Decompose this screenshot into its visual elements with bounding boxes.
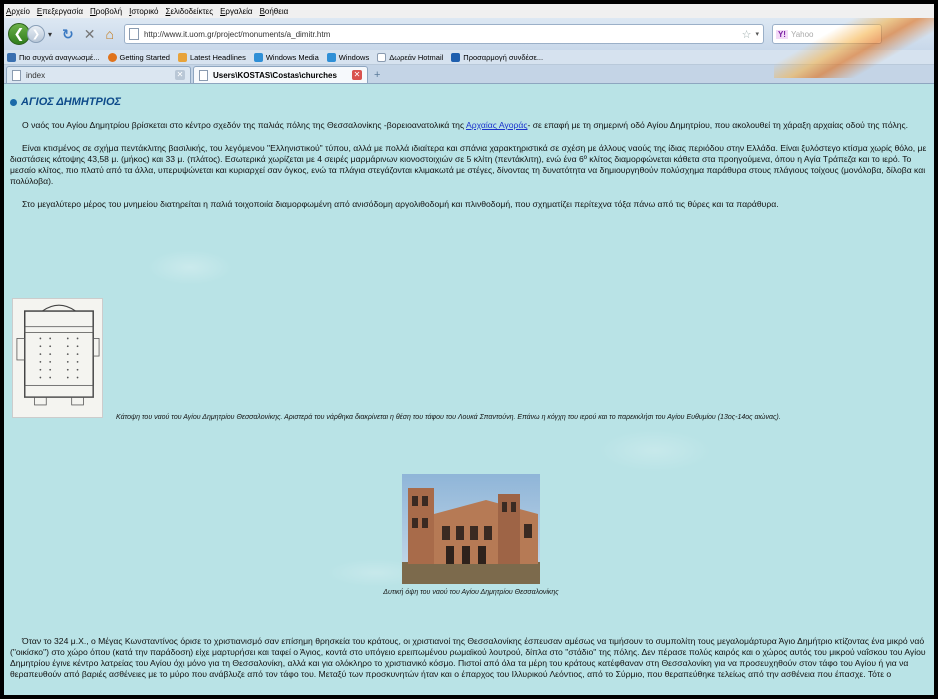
bookmark-label: Getting Started <box>119 52 170 62</box>
bookmark-hotmail[interactable]: Δωρεάν Hotmail <box>377 52 444 62</box>
menu-file[interactable]: Αρχείο <box>6 7 30 16</box>
bookmark-label: Windows Media <box>265 52 319 62</box>
live-icon <box>451 52 461 62</box>
close-tab-icon[interactable]: ✕ <box>175 70 185 80</box>
bookmark-label: Latest Headlines <box>189 52 246 62</box>
bookmark-latest-headlines[interactable]: Latest Headlines <box>177 52 246 62</box>
ancient-agora-link[interactable]: Αρχαίας Αγοράς <box>466 120 527 130</box>
tab-index[interactable]: index ✕ <box>6 66 191 83</box>
page-content: ΑΓΙΟΣ ΔΗΜΗΤΡΙΟΣ Ο ναός του Αγίου Δημητρί… <box>4 84 934 695</box>
menu-bookmarks[interactable]: Σελιδοδείκτες <box>165 7 213 16</box>
bookmark-windows[interactable]: Windows <box>326 52 370 62</box>
search-box[interactable]: Y! Yahoo <box>771 24 882 44</box>
paragraph-text: - σε επαφή με τη σημερινή οδό Αγίου Δημη… <box>527 120 909 130</box>
bookmark-label: Windows <box>338 52 370 62</box>
firefox-icon <box>107 52 117 62</box>
paragraph-architecture: Είναι κτισμένος σε σχήμα πεντάκλιτης βασ… <box>10 143 927 186</box>
menu-view[interactable]: Προβολή <box>90 7 122 16</box>
search-engine-icon[interactable]: Y! <box>775 29 788 39</box>
windows-logo-icon <box>326 52 336 62</box>
navigation-toolbar: ❮ ❯ ▾ ↻ ✕ ⌂ http://www.it.uom.gr/project… <box>4 18 934 78</box>
paragraph-text: Ο ναός του Αγίου Δημητρίου βρίσκεται στο… <box>22 120 467 130</box>
tab-churches[interactable]: Users\KOSTAS\Costas\churches ✕ <box>193 66 368 83</box>
address-bar[interactable]: http://www.it.uom.gr/project/monuments/a… <box>123 24 764 44</box>
church-photo[interactable] <box>402 474 540 584</box>
page-icon <box>377 52 387 62</box>
bookmarks-bar: Πιο συχνά αναγνωσμέ... Getting Started L… <box>4 50 934 65</box>
bookmark-most-visited[interactable]: Πιο συχνά αναγνωσμέ... <box>7 52 100 62</box>
page-title: ΑΓΙΟΣ ΔΗΜΗΤΡΙΟΣ <box>21 96 122 108</box>
tab-label: Users\KOSTAS\Costas\churches <box>213 70 337 80</box>
reload-icon[interactable]: ↻ <box>62 26 74 43</box>
page-icon <box>12 69 21 81</box>
bookmark-label: Δωρεάν Hotmail <box>389 52 444 62</box>
floor-plan-image[interactable] <box>12 298 103 418</box>
page-heading: ΑΓΙΟΣ ΔΗΜΗΤΡΙΟΣ <box>10 96 928 108</box>
windows-logo-icon <box>253 52 263 62</box>
caption-text: Κάτοψη του ναού του Αγίου Δημητρίου Θεσσ… <box>116 414 781 421</box>
most-visited-icon <box>7 52 16 62</box>
menu-tools[interactable]: Εργαλεία <box>220 7 253 16</box>
stop-icon[interactable]: ✕ <box>84 26 96 43</box>
search-placeholder: Yahoo <box>790 29 814 39</box>
bookmark-label: Πιο συχνά αναγνωσμέ... <box>19 52 100 62</box>
close-tab-icon[interactable]: ✕ <box>352 70 362 80</box>
menu-bar: Αρχείο Επεξεργασία Προβολή Ιστορικό Σελι… <box>4 4 934 18</box>
paragraph-history: Όταν το 324 μ.Χ., ο Μέγας Κωνσταντίνος ό… <box>10 636 926 679</box>
paragraph-masonry: Στο μεγαλύτερο μέρος του μνημείου διατηρ… <box>22 199 779 209</box>
church-photo-caption: Δυτική όψη του ναού του Αγίου Δημητρίου … <box>383 589 559 596</box>
bookmark-customize-links[interactable]: Προσαρμογή συνδέσε... <box>451 52 544 62</box>
page-icon <box>199 69 208 81</box>
menu-edit[interactable]: Επεξεργασία <box>37 7 83 16</box>
bookmark-windows-media[interactable]: Windows Media <box>253 52 319 62</box>
page-icon <box>128 28 139 40</box>
url-text[interactable]: http://www.it.uom.gr/project/monuments/a… <box>144 30 330 39</box>
rss-feed-icon <box>177 52 187 62</box>
bookmark-label: Προσαρμογή συνδέσε... <box>463 52 544 62</box>
bookmark-star-icon[interactable]: ☆ <box>742 28 752 41</box>
bookmark-getting-started[interactable]: Getting Started <box>107 52 170 62</box>
home-icon[interactable]: ⌂ <box>105 26 113 42</box>
url-dropdown-icon[interactable]: ▾ <box>755 30 759 38</box>
forward-arrow-icon: ❯ <box>31 28 41 40</box>
floor-plan-drawing <box>16 304 100 406</box>
tab-label: index <box>26 70 46 80</box>
forward-button[interactable]: ❯ <box>27 25 45 43</box>
browser-window: Αρχείο Επεξεργασία Προβολή Ιστορικό Σελι… <box>4 4 934 695</box>
tab-bar: index ✕ Users\KOSTAS\Costas\churches ✕ + <box>4 65 934 84</box>
menu-help[interactable]: Βοήθεια <box>260 7 289 16</box>
floor-plan-caption: Κάτοψη του ναού του Αγίου Δημητρίου Θεσσ… <box>12 411 912 424</box>
new-tab-icon[interactable]: + <box>374 69 380 81</box>
paragraph-location: Ο ναός του Αγίου Δημητρίου βρίσκεται στο… <box>10 120 928 131</box>
bullet-icon <box>10 98 17 106</box>
back-arrow-icon: ❮ <box>13 26 25 41</box>
history-dropdown-icon[interactable]: ▾ <box>48 30 52 39</box>
menu-history[interactable]: Ιστορικό <box>129 7 158 16</box>
